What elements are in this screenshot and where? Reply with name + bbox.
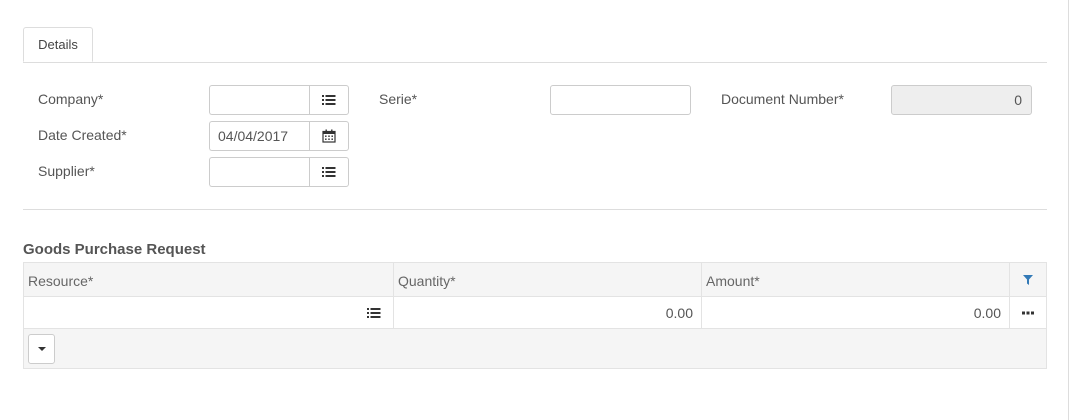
list-icon xyxy=(367,307,381,318)
company-label: Company* xyxy=(38,91,104,107)
ellipsis-icon xyxy=(1022,311,1034,314)
list-icon xyxy=(322,95,336,105)
grid-header: Resource* Quantity* Amount* xyxy=(24,263,1046,297)
date-created-input[interactable]: 04/04/2017 xyxy=(209,121,309,151)
calendar-icon xyxy=(322,129,336,143)
column-header-quantity[interactable]: Quantity* xyxy=(394,263,702,296)
table-row: 0.00 0.00 xyxy=(24,297,1046,329)
date-picker-button[interactable] xyxy=(309,121,349,151)
add-row-dropdown-button[interactable] xyxy=(28,334,55,364)
filter-icon xyxy=(1023,274,1033,285)
filter-button[interactable] xyxy=(1010,263,1046,296)
purchase-request-grid: Resource* Quantity* Amount* 0.00 0.00 xyxy=(23,262,1047,369)
section-divider xyxy=(23,209,1047,210)
resource-lookup-button[interactable] xyxy=(356,297,392,328)
document-number-label: Document Number* xyxy=(721,91,844,107)
column-header-resource[interactable]: Resource* xyxy=(24,263,394,296)
serie-label: Serie* xyxy=(379,91,418,107)
date-created-value: 04/04/2017 xyxy=(218,128,289,144)
resource-cell[interactable] xyxy=(24,297,394,328)
document-number-value: 0 xyxy=(1014,92,1022,108)
date-created-label: Date Created* xyxy=(38,127,127,143)
quantity-value: 0.00 xyxy=(665,305,693,321)
supplier-input[interactable] xyxy=(209,157,309,187)
company-lookup-button[interactable] xyxy=(309,85,349,115)
company-input[interactable] xyxy=(209,85,309,115)
caret-down-icon xyxy=(37,347,46,351)
supplier-label: Supplier* xyxy=(38,163,95,179)
list-icon xyxy=(322,167,336,177)
section-title: Goods Purchase Request xyxy=(23,241,206,258)
grid-footer xyxy=(24,329,1046,368)
supplier-lookup-button[interactable] xyxy=(309,157,349,187)
column-header-amount[interactable]: Amount* xyxy=(702,263,1010,296)
tab-details[interactable]: Details xyxy=(23,27,93,62)
amount-value: 0.00 xyxy=(973,305,1001,321)
row-actions-button[interactable] xyxy=(1010,297,1046,328)
amount-cell[interactable]: 0.00 xyxy=(702,297,1010,328)
quantity-cell[interactable]: 0.00 xyxy=(394,297,702,328)
tab-divider xyxy=(23,62,1047,63)
serie-input[interactable] xyxy=(550,85,691,115)
document-number-input: 0 xyxy=(891,85,1032,115)
